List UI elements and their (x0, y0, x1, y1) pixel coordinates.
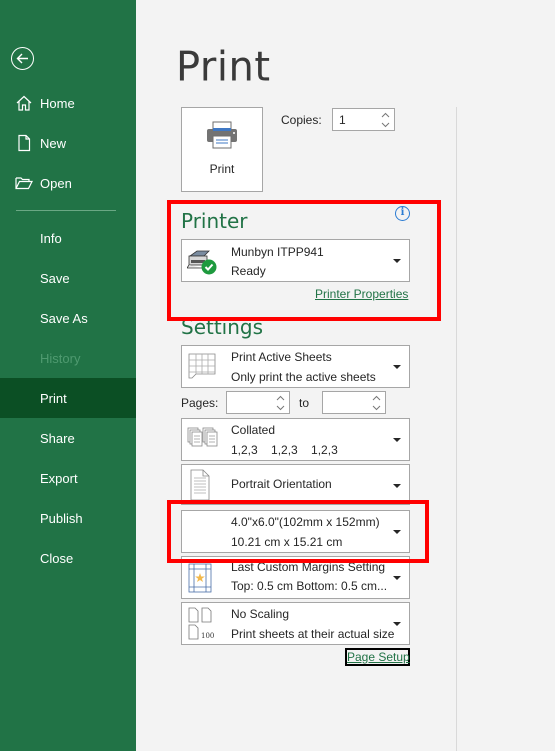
printer-dropdown[interactable]: Munbyn ITPP941 Ready (181, 239, 410, 282)
sidebar-item-label: Share (40, 430, 75, 446)
sidebar-item-save-as[interactable]: Save As (0, 298, 136, 338)
sidebar-item-label: Close (40, 550, 74, 566)
printer-status: Ready (231, 264, 266, 278)
pages-to-spinner[interactable] (322, 391, 386, 414)
scaling-dropdown[interactable]: 100 No Scaling Print sheets at their act… (181, 602, 410, 645)
sidebar-item-label: Print (40, 390, 67, 406)
sidebar-item-info[interactable]: Info (0, 218, 136, 258)
scaling-title: No Scaling (231, 607, 290, 621)
print-what-title: Print Active Sheets (231, 350, 332, 364)
home-icon (16, 95, 32, 111)
printer-section-title: Printer (181, 209, 248, 233)
paper-size-dropdown[interactable]: 4.0"x6.0"(102mm x 152mm) 10.21 cm x 15.2… (181, 510, 410, 553)
new-document-icon (18, 134, 31, 152)
print-what-dropdown[interactable]: Print Active Sheets Only print the activ… (181, 345, 410, 388)
spinner-arrows-icon[interactable] (276, 393, 285, 413)
pages-label: Pages: (181, 396, 219, 410)
collated-pages-icon (187, 427, 218, 447)
sidebar-item-label: Home (40, 95, 75, 111)
copies-label: Copies: (281, 113, 322, 127)
sidebar-item-open[interactable]: Open (0, 163, 136, 203)
sidebar-item-close[interactable]: Close (0, 538, 136, 578)
collation-title: Collated (231, 423, 276, 437)
sidebar-item-share[interactable]: Share (0, 418, 136, 458)
page-setup-link[interactable]: Page Setup (347, 650, 410, 664)
pages-from-spinner[interactable] (226, 391, 290, 414)
sidebar-item-history: History (0, 338, 136, 378)
sidebar-item-export[interactable]: Export (0, 458, 136, 498)
chevron-down-icon (393, 484, 401, 488)
sidebar-item-print[interactable]: Print (0, 378, 136, 418)
sidebar-item-save[interactable]: Save (0, 258, 136, 298)
collation-dropdown[interactable]: Collated 1,2,3 1,2,3 1,2,3 (181, 418, 410, 461)
printer-ready-icon (187, 250, 217, 275)
spinner-arrows-icon[interactable] (381, 110, 390, 130)
margins-dropdown[interactable]: Last Custom Margins Setting Top: 0.5 cm … (181, 556, 410, 599)
sidebar-item-label: Publish (40, 510, 83, 526)
pages-to-label: to (299, 396, 310, 410)
sheet-grid-icon (188, 353, 216, 379)
printer-icon (207, 121, 237, 149)
preview-divider (456, 107, 457, 751)
scaling-icon-label: 100 (201, 632, 214, 640)
sidebar-item-label: Export (40, 470, 78, 486)
sidebar-item-label: New (40, 135, 67, 151)
printer-name: Munbyn ITPP941 (231, 245, 324, 259)
paper-size-title: 4.0"x6.0"(102mm x 152mm) (231, 515, 380, 529)
sidebar-item-publish[interactable]: Publish (0, 498, 136, 538)
orientation-title: Portrait Orientation (231, 477, 332, 491)
scaling-description: Print sheets at their actual size (231, 627, 395, 641)
open-folder-icon (15, 177, 33, 190)
backstage-sidebar: Home New Open Info Save Save As History … (0, 0, 136, 751)
orientation-dropdown[interactable]: Portrait Orientation (181, 464, 410, 505)
spinner-arrows-icon[interactable] (372, 393, 381, 413)
margins-title: Last Custom Margins Setting (231, 560, 386, 574)
custom-margins-icon (188, 563, 212, 593)
back-button[interactable] (11, 47, 34, 70)
sidebar-item-label: Open (40, 175, 72, 191)
copies-spinner[interactable]: 1 (332, 108, 395, 131)
page-title: Print (176, 43, 271, 91)
info-icon[interactable]: i (395, 206, 410, 221)
chevron-down-icon (393, 576, 401, 580)
chevron-down-icon (393, 259, 401, 263)
sidebar-divider (16, 210, 116, 211)
sidebar-item-home[interactable]: Home (0, 83, 136, 123)
paper-size-dimensions: 10.21 cm x 15.21 cm (231, 535, 343, 549)
margins-detail: Top: 0.5 cm Bottom: 0.5 cm... (231, 579, 388, 593)
sidebar-item-label: Save (40, 270, 70, 286)
sidebar-item-label: Save As (40, 310, 88, 326)
print-button-label: Print (209, 162, 235, 176)
portrait-page-icon (190, 469, 210, 501)
copies-value[interactable]: 1 (339, 113, 346, 127)
settings-section-title: Settings (181, 315, 264, 339)
sidebar-item-label: History (40, 350, 81, 366)
chevron-down-icon (393, 622, 401, 626)
collation-order: 1,2,3 1,2,3 1,2,3 (231, 443, 338, 457)
print-what-description: Only print the active sheets (231, 370, 376, 384)
chevron-down-icon (393, 530, 401, 534)
no-scaling-icon: 100 (188, 607, 214, 640)
sidebar-item-new[interactable]: New (0, 123, 136, 163)
chevron-down-icon (393, 438, 401, 442)
sidebar-item-label: Info (40, 230, 62, 246)
print-button[interactable]: Print (181, 107, 263, 192)
chevron-down-icon (393, 365, 401, 369)
printer-properties-link[interactable]: Printer Properties (315, 287, 408, 301)
back-arrow-icon (16, 53, 28, 64)
